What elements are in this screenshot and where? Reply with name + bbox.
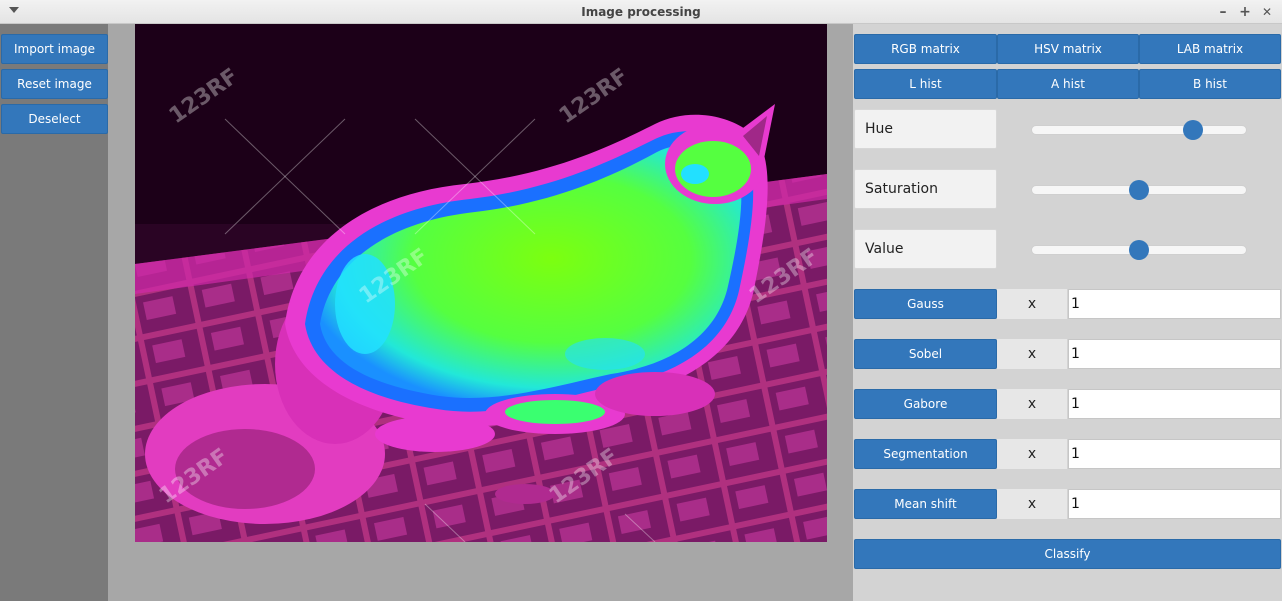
mean-shift-value-input[interactable]: 1	[1068, 489, 1281, 519]
window-titlebar: Image processing – + ✕	[0, 0, 1282, 24]
processed-image	[135, 24, 827, 542]
b-hist-button[interactable]: B hist	[1139, 69, 1281, 99]
segmentation-x-label: x	[997, 439, 1067, 469]
hue-label: Hue	[854, 109, 997, 149]
slider-thumb[interactable]	[1129, 180, 1149, 200]
segmentation-button[interactable]: Segmentation	[854, 439, 997, 469]
mean-shift-button[interactable]: Mean shift	[854, 489, 997, 519]
minimize-icon[interactable]: –	[1214, 3, 1232, 21]
classify-button[interactable]: Classify	[854, 539, 1281, 569]
gabore-button[interactable]: Gabore	[854, 389, 997, 419]
slider-track	[1031, 125, 1247, 135]
sobel-button[interactable]: Sobel	[854, 339, 997, 369]
lab-matrix-button[interactable]: LAB matrix	[1139, 34, 1281, 64]
rgb-matrix-button[interactable]: RGB matrix	[854, 34, 997, 64]
sobel-value-input[interactable]: 1	[1068, 339, 1281, 369]
l-hist-button[interactable]: L hist	[854, 69, 997, 99]
gauss-value-input[interactable]: 1	[1068, 289, 1281, 319]
deselect-button[interactable]: Deselect	[1, 104, 108, 134]
sobel-x-label: x	[997, 339, 1067, 369]
mean-shift-x-label: x	[997, 489, 1067, 519]
hsv-matrix-button[interactable]: HSV matrix	[997, 34, 1139, 64]
slider-thumb[interactable]	[1129, 240, 1149, 260]
gabore-x-label: x	[997, 389, 1067, 419]
reset-image-button[interactable]: Reset image	[1, 69, 108, 99]
window-title: Image processing	[581, 5, 701, 19]
maximize-icon[interactable]: +	[1236, 3, 1254, 21]
segmentation-value-input[interactable]: 1	[1068, 439, 1281, 469]
gauss-x-label: x	[997, 289, 1067, 319]
a-hist-button[interactable]: A hist	[997, 69, 1139, 99]
hue-slider[interactable]	[1031, 119, 1247, 141]
value-slider[interactable]	[1031, 239, 1247, 261]
saturation-slider[interactable]	[1031, 179, 1247, 201]
import-image-button[interactable]: Import image	[1, 34, 108, 64]
gauss-button[interactable]: Gauss	[854, 289, 997, 319]
close-icon[interactable]: ✕	[1258, 3, 1276, 21]
gabore-value-input[interactable]: 1	[1068, 389, 1281, 419]
slider-thumb[interactable]	[1183, 120, 1203, 140]
image-view[interactable]: 123RF 123RF 123RF 123RF 123RF 123RF	[135, 24, 827, 542]
saturation-label: Saturation	[854, 169, 997, 209]
value-label: Value	[854, 229, 997, 269]
